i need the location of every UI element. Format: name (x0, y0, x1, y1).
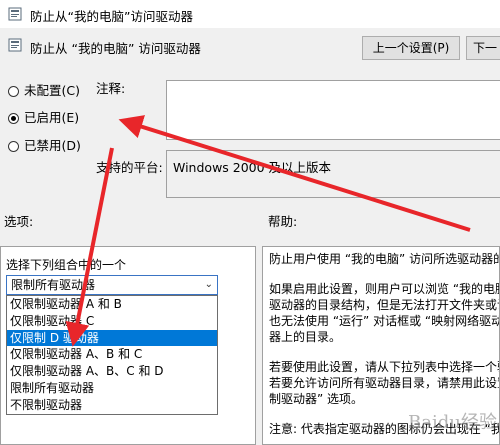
help-line: 如果启用此设置，则用户可以浏览 “我的电脑 (269, 282, 500, 296)
drive-restriction-dropdown-list: 仅限制驱动器 A 和 B 仅限制驱动器 C 仅限制 D 驱动器 仅限制驱动器 A… (6, 295, 218, 415)
dropdown-option-selected[interactable]: 仅限制 D 驱动器 (7, 329, 217, 347)
next-setting-button[interactable]: 下一 (466, 36, 500, 60)
policy-setting-icon (8, 38, 22, 52)
help-line: 器上的目录。 (269, 330, 342, 344)
baidu-watermark: Baidu经验 (408, 412, 497, 433)
radio-not-configured-label: 未配置(C) (24, 83, 80, 98)
policy-title: 防止从 “我的电脑” 访问驱动器 (30, 41, 201, 56)
previous-setting-button[interactable]: 上一个设置(P) (362, 36, 460, 60)
radio-disabled-label: 已禁用(D) (24, 138, 81, 153)
help-line: 制驱动器” 选项。 (269, 392, 364, 406)
window-title: 防止从“我的电脑”访问驱动器 (30, 9, 193, 24)
radio-disabled[interactable]: 已禁用(D) (8, 135, 81, 154)
policy-app-icon (8, 7, 22, 21)
supported-platform-label: 支持的平台: (96, 160, 163, 175)
supported-platform-value: Windows 2000 及以上版本 (166, 150, 500, 198)
dropdown-option[interactable]: 不限制驱动器 (7, 397, 217, 414)
help-line: 若要使用此设置，请从下拉列表中选择一个驱 (269, 360, 500, 374)
help-line: 驱动器的目录结构，但是无法打开文件夹或访 (269, 298, 500, 312)
combo-value: 限制所有驱动器 (11, 278, 96, 292)
dropdown-option[interactable]: 仅限制驱动器 A 和 B (7, 296, 217, 313)
dropdown-option[interactable]: 仅限制驱动器 A、B、C 和 D (7, 363, 217, 380)
comment-textarea[interactable] (166, 80, 500, 140)
help-line: 若要允许访问所有驱动器目录，请禁用此设置 (269, 376, 500, 390)
radio-enabled-indicator[interactable] (8, 113, 19, 124)
comment-label: 注释: (96, 81, 126, 96)
dropdown-option[interactable]: 仅限制驱动器 A、B 和 C (7, 346, 217, 363)
combo-label: 选择下列组合中的一个 (6, 258, 127, 272)
title-bar: 防止从“我的电脑”访问驱动器 (0, 0, 500, 28)
help-line: 也无法使用 “运行” 对话框或 “映射网络驱动 (269, 314, 500, 328)
options-section-label: 选项: (4, 214, 34, 229)
radio-not-configured[interactable]: 未配置(C) (8, 80, 80, 99)
drive-restriction-combobox[interactable]: 限制所有驱动器 ⌄ (6, 275, 218, 295)
radio-not-configured-indicator[interactable] (8, 86, 19, 97)
chevron-down-icon[interactable]: ⌄ (205, 276, 213, 294)
help-section-label: 帮助: (268, 214, 298, 229)
help-paragraph: 防止用户使用 “我的电脑” 访问所选驱动器的 (269, 252, 500, 266)
dropdown-option[interactable]: 限制所有驱动器 (7, 380, 217, 397)
radio-disabled-indicator[interactable] (8, 141, 19, 152)
dropdown-option[interactable]: 仅限制驱动器 C (7, 313, 217, 330)
radio-enabled-label: 已启用(E) (24, 110, 80, 125)
radio-enabled[interactable]: 已启用(E) (8, 107, 79, 126)
